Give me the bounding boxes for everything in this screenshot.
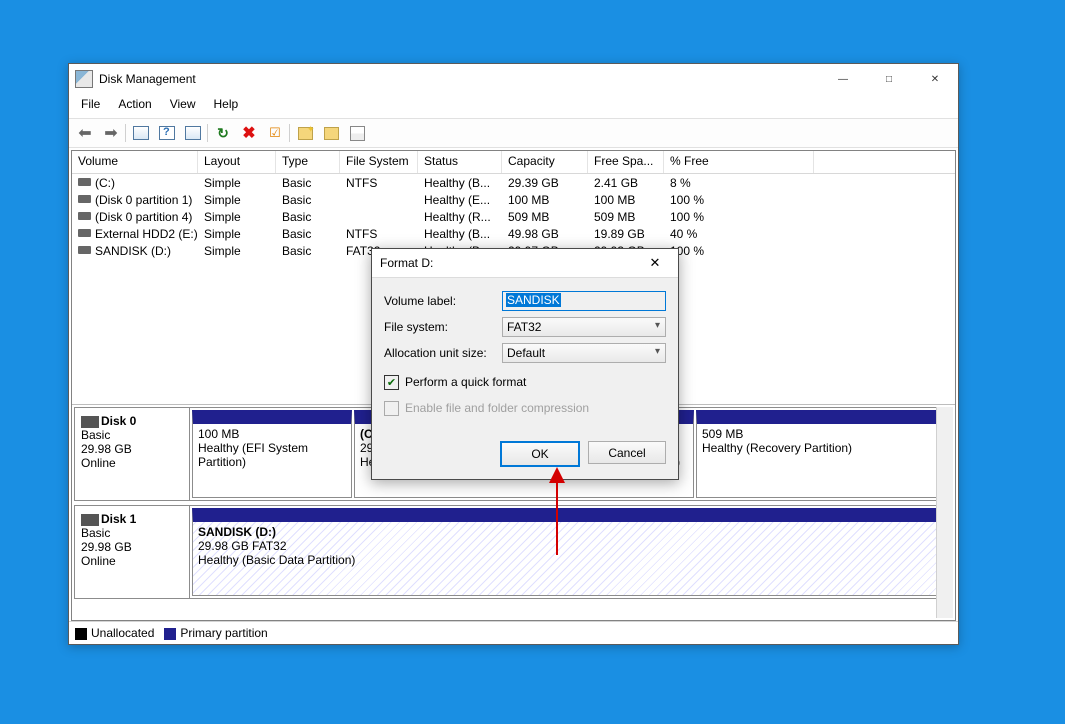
menu-help[interactable]: Help	[206, 96, 247, 116]
compression-row: Enable file and folder compression	[384, 398, 666, 418]
menu-file[interactable]: File	[73, 96, 108, 116]
volume-label-input[interactable]: SANDISK	[502, 291, 666, 311]
forward-button[interactable]: ➡	[99, 121, 123, 145]
disk-icon	[81, 416, 99, 428]
volume-icon	[78, 195, 91, 203]
col-layout[interactable]: Layout	[198, 151, 276, 173]
col-capacity[interactable]: Capacity	[502, 151, 588, 173]
volume-label-label: Volume label:	[384, 294, 502, 308]
compression-checkbox	[384, 401, 399, 416]
ok-button[interactable]: OK	[500, 441, 580, 467]
menu-action[interactable]: Action	[110, 96, 159, 116]
help-button[interactable]	[155, 121, 179, 145]
legend: Unallocated Primary partition	[69, 621, 958, 644]
toolbar: ⬅ ➡ ↻ ✖ ☑	[69, 118, 958, 148]
properties-button[interactable]	[345, 121, 369, 145]
file-system-select[interactable]: FAT32	[502, 317, 666, 337]
delete-button[interactable]: ✖	[237, 121, 261, 145]
quick-format-label: Perform a quick format	[405, 375, 526, 389]
volume-icon	[78, 212, 91, 220]
check-button[interactable]: ☑	[263, 121, 287, 145]
disk-icon	[81, 514, 99, 526]
volume-icon	[78, 246, 91, 254]
partition[interactable]: 100 MBHealthy (EFI System Partition)	[192, 410, 352, 498]
disk-row: Disk 1Basic29.98 GBOnlineSANDISK (D:)29.…	[74, 505, 953, 599]
volume-row[interactable]: External HDD2 (E:)SimpleBasicNTFSHealthy…	[72, 225, 955, 242]
scrollbar[interactable]	[936, 407, 953, 618]
new-folder-button[interactable]	[293, 121, 317, 145]
dialog-close-button[interactable]: ✕	[640, 249, 670, 277]
col-filesystem[interactable]: File System	[340, 151, 418, 173]
col-type[interactable]: Type	[276, 151, 340, 173]
volume-list-header: Volume Layout Type File System Status Ca…	[72, 151, 955, 174]
legend-unallocated: Unallocated	[75, 626, 154, 640]
menu-view[interactable]: View	[162, 96, 204, 116]
col-volume[interactable]: Volume	[72, 151, 198, 173]
minimize-button[interactable]: —	[820, 64, 866, 94]
quick-format-checkbox[interactable]: ✔	[384, 375, 399, 390]
col-freespace[interactable]: Free Spa...	[588, 151, 664, 173]
view-button-2[interactable]	[181, 121, 205, 145]
col-pctfree[interactable]: % Free	[664, 151, 814, 173]
disk-info[interactable]: Disk 1Basic29.98 GBOnline	[75, 506, 190, 598]
aus-label: Allocation unit size:	[384, 346, 502, 360]
close-button[interactable]: ✕	[912, 64, 958, 94]
back-button[interactable]: ⬅	[73, 121, 97, 145]
volume-row[interactable]: (C:)SimpleBasicNTFSHealthy (B...29.39 GB…	[72, 174, 955, 191]
volume-icon	[78, 229, 91, 237]
compression-label: Enable file and folder compression	[405, 401, 589, 415]
aus-select[interactable]: Default	[502, 343, 666, 363]
volume-row[interactable]: (Disk 0 partition 4)SimpleBasicHealthy (…	[72, 208, 955, 225]
file-system-label: File system:	[384, 320, 502, 334]
quick-format-row[interactable]: ✔ Perform a quick format	[384, 372, 666, 392]
disk-info[interactable]: Disk 0Basic29.98 GBOnline	[75, 408, 190, 500]
partition[interactable]: SANDISK (D:)29.98 GB FAT32Healthy (Basic…	[192, 508, 938, 596]
menubar: File Action View Help	[69, 94, 958, 118]
titlebar[interactable]: Disk Management — □ ✕	[69, 64, 958, 94]
dialog-titlebar[interactable]: Format D: ✕	[372, 249, 678, 278]
volume-icon	[78, 178, 91, 186]
cancel-button[interactable]: Cancel	[588, 441, 666, 464]
folder-button[interactable]	[319, 121, 343, 145]
app-icon	[75, 70, 93, 88]
refresh-button[interactable]: ↻	[211, 121, 235, 145]
col-status[interactable]: Status	[418, 151, 502, 173]
legend-primary: Primary partition	[164, 626, 267, 640]
partition[interactable]: 509 MBHealthy (Recovery Partition)	[696, 410, 940, 498]
volume-row[interactable]: (Disk 0 partition 1)SimpleBasicHealthy (…	[72, 191, 955, 208]
maximize-button[interactable]: □	[866, 64, 912, 94]
dialog-title: Format D:	[380, 256, 433, 270]
format-dialog: Format D: ✕ Volume label: SANDISK File s…	[371, 248, 679, 480]
window-title: Disk Management	[99, 72, 196, 86]
view-button-1[interactable]	[129, 121, 153, 145]
